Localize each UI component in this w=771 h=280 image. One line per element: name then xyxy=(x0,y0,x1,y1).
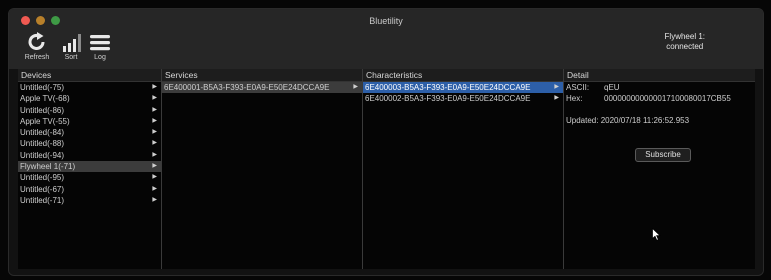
device-row[interactable]: Untitled(-88) ▶ xyxy=(18,138,161,149)
characteristic-row-label: 6E400003-B5A3-F393-E0A9-E50E24DCCA9E xyxy=(365,83,531,92)
disclosure-arrow-icon: ▶ xyxy=(152,185,157,192)
disclosure-arrow-icon: ▶ xyxy=(152,196,157,203)
hex-row: Hex: 000000000000017100080017CB55 xyxy=(564,93,755,104)
device-row-label: Untitled(-67) xyxy=(20,184,65,194)
disclosure-arrow-icon: ▶ xyxy=(152,129,157,136)
refresh-button[interactable]: Refresh xyxy=(19,31,55,65)
services-list: 6E400001-B5A3-F393-E0A9-E50E24DCCA9E ▶ xyxy=(162,82,362,269)
device-row[interactable]: Untitled(-75) ▶ xyxy=(18,82,161,93)
characteristics-list: 6E400003-B5A3-F393-E0A9-E50E24DCCA9E ▶ 6E4… xyxy=(363,82,563,269)
device-row[interactable]: Apple TV(-68) ▶ xyxy=(18,93,161,104)
disclosure-arrow-icon: ▶ xyxy=(554,84,559,90)
device-row[interactable]: Untitled(-84) ▶ xyxy=(18,127,161,138)
device-row-label: Untitled(-88) xyxy=(20,139,65,149)
disclosure-arrow-icon: ▶ xyxy=(152,151,157,158)
device-row-label: Untitled(-94) xyxy=(20,150,65,160)
title-bar: Bluetility Refresh Sort Log Flywheel 1: … xyxy=(9,9,763,69)
characteristics-column: Characteristics 6E400003-B5A3-F393-E0A9-… xyxy=(363,69,564,269)
device-row[interactable]: Flywheel 1(-71) ▶ xyxy=(18,161,161,173)
log-button[interactable]: Log xyxy=(82,31,118,65)
device-row-label: Flywheel 1(-71) xyxy=(20,162,76,172)
browser-columns: Devices Untitled(-75) ▶ Apple TV(-68) ▶ Unti… xyxy=(9,69,763,275)
detail-header: Detail xyxy=(564,69,755,82)
disclosure-arrow-icon: ▶ xyxy=(152,140,157,147)
device-row[interactable]: Untitled(-71) ▶ xyxy=(18,195,161,206)
characteristic-row[interactable]: 6E400003-B5A3-F393-E0A9-E50E24DCCA9E ▶ xyxy=(363,82,563,94)
status-state: connected xyxy=(666,42,704,51)
sort-signal-icon xyxy=(63,34,81,52)
ascii-value: qEU xyxy=(604,83,620,92)
connection-status: Flywheel 1: connected xyxy=(665,32,705,52)
device-row[interactable]: Untitled(-86) ▶ xyxy=(18,105,161,116)
disclosure-arrow-icon: ▶ xyxy=(152,163,157,170)
device-row-label: Apple TV(-55) xyxy=(20,116,70,126)
updated-timestamp: Updated: 2020/07/18 11:26:52.953 xyxy=(566,115,690,125)
disclosure-arrow-icon: ▶ xyxy=(152,174,157,181)
refresh-icon xyxy=(28,32,45,50)
device-row[interactable]: Untitled(-67) ▶ xyxy=(18,184,161,195)
service-row[interactable]: 6E400001-B5A3-F393-E0A9-E50E24DCCA9E ▶ xyxy=(162,82,362,94)
services-header: Services xyxy=(162,69,362,82)
log-menu-icon xyxy=(90,35,110,51)
device-row-label: Apple TV(-68) xyxy=(20,94,70,104)
characteristic-row-label: 6E400002-B5A3-F393-E0A9-E50E24DCCA9E xyxy=(365,94,531,104)
disclosure-arrow-icon: ▶ xyxy=(554,95,559,102)
device-row-label: Untitled(-86) xyxy=(20,105,65,115)
device-row-label: Untitled(-75) xyxy=(20,83,65,92)
devices-list: Untitled(-75) ▶ Apple TV(-68) ▶ Untitled(-86… xyxy=(18,82,161,269)
ascii-row: ASCII: qEU xyxy=(564,82,755,93)
mouse-cursor-icon xyxy=(652,228,661,241)
disclosure-arrow-icon: ▶ xyxy=(152,106,157,113)
window-title: Bluetility xyxy=(369,16,403,26)
refresh-label: Refresh xyxy=(24,54,50,61)
device-row-label: Untitled(-71) xyxy=(20,195,65,205)
device-row[interactable]: Apple TV(-55) ▶ xyxy=(18,116,161,127)
device-row-label: Untitled(-95) xyxy=(20,173,65,183)
device-row[interactable]: Untitled(-95) ▶ xyxy=(18,172,161,183)
hex-value: 000000000000017100080017CB55 xyxy=(604,94,731,104)
app-window: Bluetility Refresh Sort Log Flywheel 1: … xyxy=(8,8,764,276)
hex-label: Hex: xyxy=(566,94,583,104)
service-row-label: 6E400001-B5A3-F393-E0A9-E50E24DCCA9E xyxy=(164,83,330,92)
disclosure-arrow-icon: ▶ xyxy=(353,84,358,90)
devices-header: Devices xyxy=(18,69,161,82)
log-label: Log xyxy=(94,54,106,61)
device-row-label: Untitled(-84) xyxy=(20,128,65,138)
status-device: Flywheel 1: xyxy=(664,32,705,41)
devices-column: Devices Untitled(-75) ▶ Apple TV(-68) ▶ Unti… xyxy=(18,69,162,269)
disclosure-arrow-icon: ▶ xyxy=(152,84,157,90)
disclosure-arrow-icon: ▶ xyxy=(152,117,157,124)
device-row[interactable]: Untitled(-94) ▶ xyxy=(18,150,161,161)
services-column: Services 6E400001-B5A3-F393-E0A9-E50E24D… xyxy=(162,69,363,269)
subscribe-button[interactable]: Subscribe xyxy=(635,148,691,162)
disclosure-arrow-icon: ▶ xyxy=(152,95,157,102)
characteristic-row[interactable]: 6E400002-B5A3-F393-E0A9-E50E24DCCA9E ▶ xyxy=(363,93,563,104)
ascii-label: ASCII: xyxy=(566,83,590,92)
characteristics-header: Characteristics xyxy=(363,69,563,82)
